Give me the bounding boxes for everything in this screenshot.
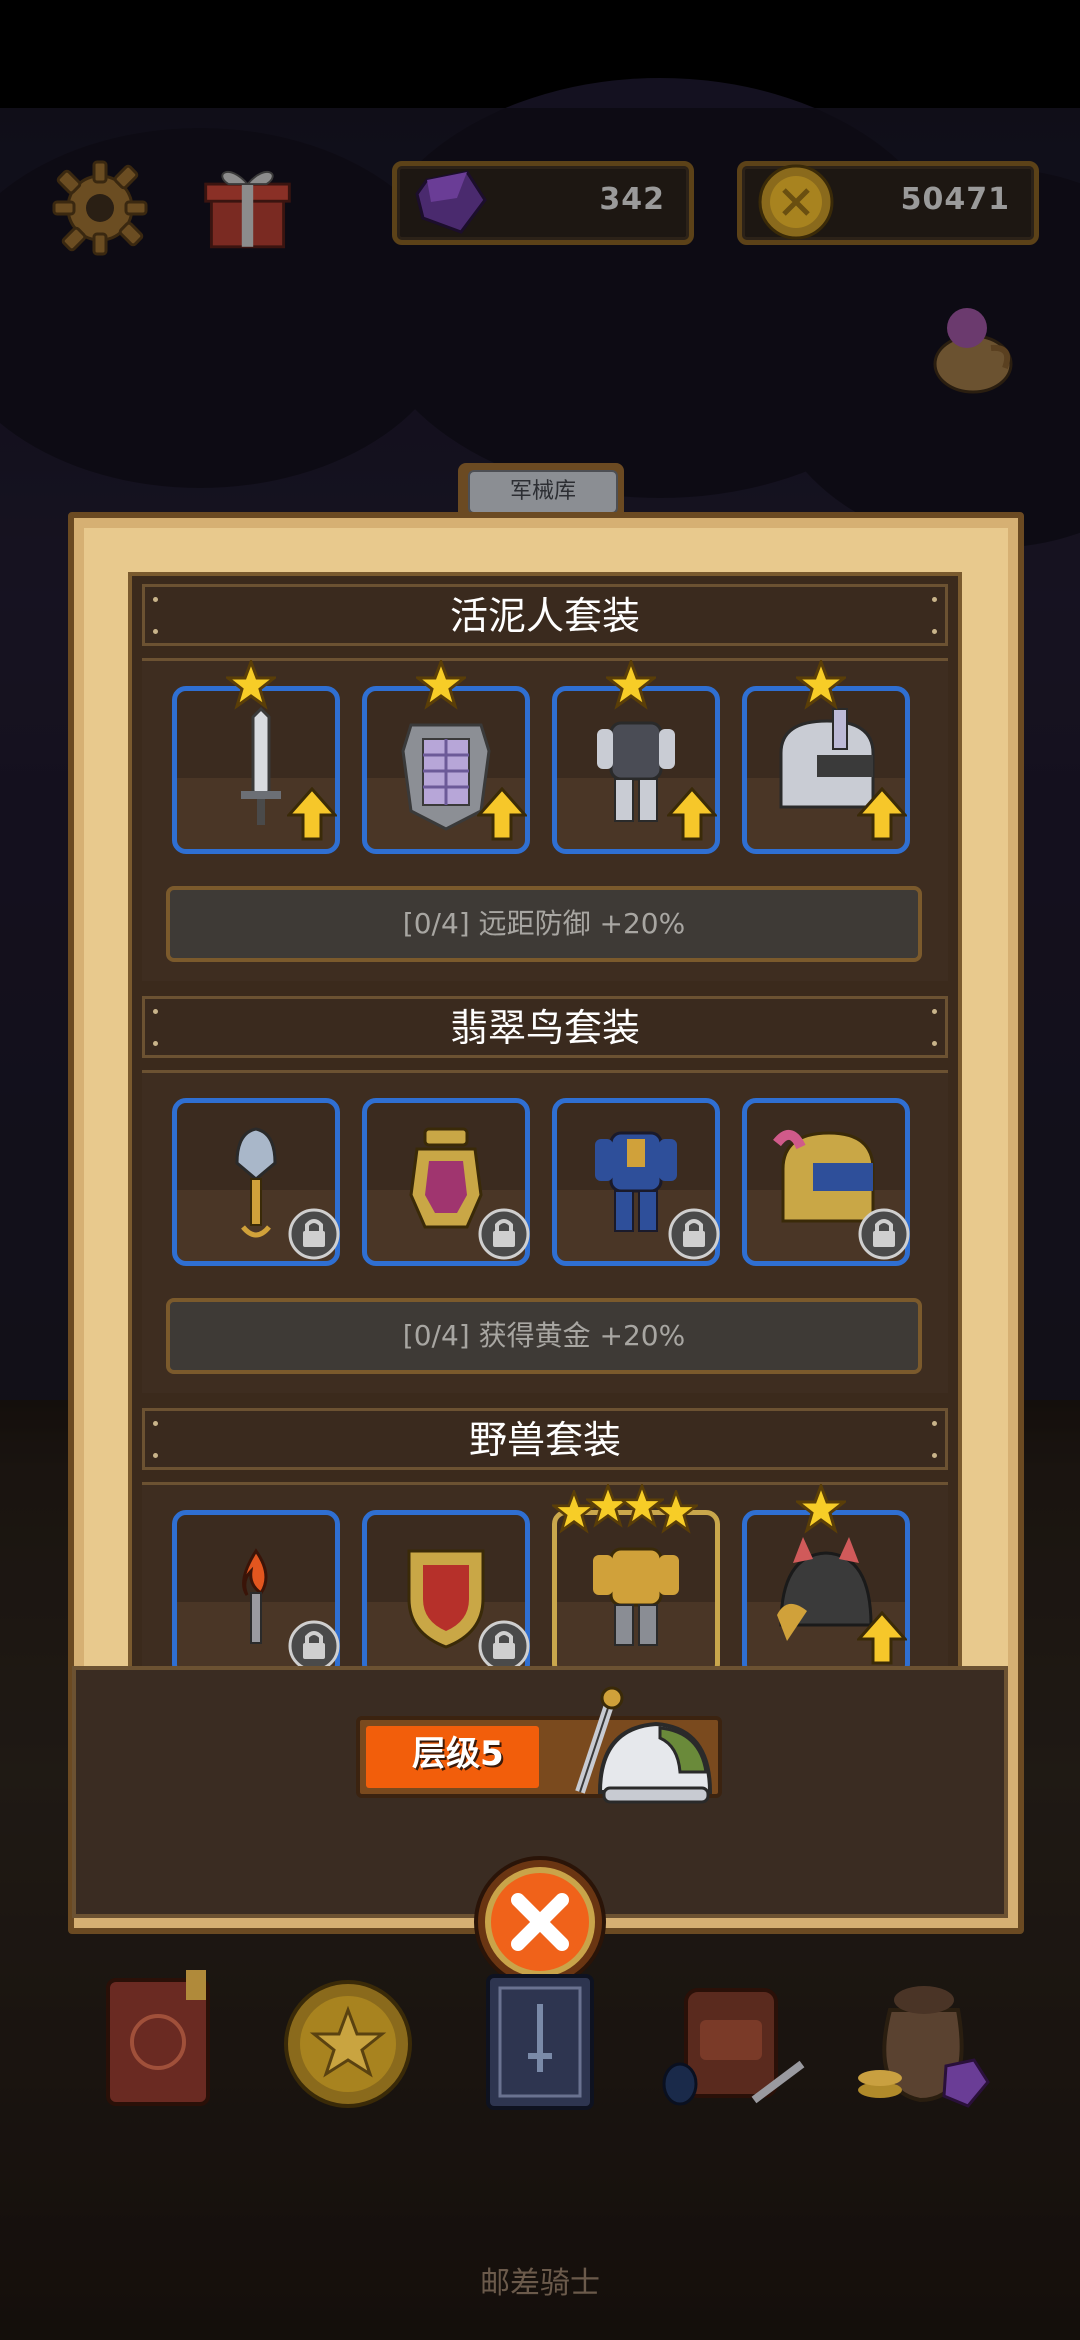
upgrade-arrow-icon (667, 787, 717, 841)
lock-icon (668, 1208, 720, 1260)
item-slot-shield[interactable] (362, 1510, 530, 1676)
star-icon (654, 1490, 698, 1534)
set-title: 野兽套装 (142, 1408, 948, 1470)
item-slot-armor[interactable] (552, 1510, 720, 1676)
star-icon (226, 660, 276, 710)
backpack-icon[interactable] (656, 1960, 806, 2120)
item-slot-mace[interactable] (172, 1098, 340, 1266)
gem-count: 342 (599, 182, 665, 217)
lock-icon (478, 1620, 530, 1672)
knight-helmet-icon (575, 1686, 713, 1804)
upgrade-arrow-icon (287, 787, 337, 841)
set-title: 活泥人套装 (142, 584, 948, 646)
upgrade-arrow-icon (857, 787, 907, 841)
star-icon (796, 660, 846, 710)
gem-icon (415, 170, 487, 234)
armor-icon (593, 1547, 679, 1646)
item-slot-helmet[interactable] (742, 1510, 910, 1676)
star-icon (796, 1484, 846, 1534)
item-slot-helmet[interactable] (742, 686, 910, 854)
lock-icon (288, 1208, 340, 1260)
lock-icon (858, 1208, 910, 1260)
lock-icon (478, 1208, 530, 1260)
spellbook-icon[interactable] (470, 1960, 610, 2120)
gold-coin-icon (758, 164, 834, 240)
item-slot-armor[interactable] (552, 1098, 720, 1266)
item-slot-torch[interactable] (172, 1510, 340, 1676)
gold-count: 50471 (900, 182, 1010, 217)
item-slot-sword[interactable] (172, 686, 340, 854)
gift-icon[interactable] (200, 155, 295, 255)
gold-counter: 50471 (737, 161, 1039, 245)
book-icon[interactable] (90, 1960, 230, 2120)
star-icon (606, 660, 656, 710)
item-slot-lantern-shield[interactable] (362, 1098, 530, 1266)
status-bar (0, 0, 1080, 108)
armory-tab-label: 军械库 (468, 470, 618, 514)
star-coin-icon[interactable] (278, 1960, 418, 2120)
set-bonus: [0/4] 远距防御 +20% (166, 886, 922, 962)
set-title: 翡翠鸟套装 (142, 996, 948, 1058)
game-title-footer: 邮差骑士 (480, 2266, 600, 2301)
gem-counter: 342 (392, 161, 694, 245)
treasure-bag-icon[interactable] (850, 1960, 1000, 2120)
set-bonus: [0/4] 获得黄金 +20% (166, 1298, 922, 1374)
pouch-icon[interactable] (925, 298, 1025, 398)
item-slot-helmet[interactable] (742, 1098, 910, 1266)
star-icon (416, 660, 466, 710)
level-label: 层级5 (412, 1734, 504, 1774)
set-list[interactable]: 活泥人套装 [0/4] 远距防御 +20% 翡翠鸟套装 [0/4] 获得黄金 +… (128, 572, 962, 1680)
gear-icon[interactable] (50, 158, 150, 258)
upgrade-arrow-icon (477, 787, 527, 841)
upgrade-arrow-icon (857, 1611, 907, 1665)
lock-icon (288, 1620, 340, 1672)
item-slot-shield[interactable] (362, 686, 530, 854)
item-slot-armor[interactable] (552, 686, 720, 854)
